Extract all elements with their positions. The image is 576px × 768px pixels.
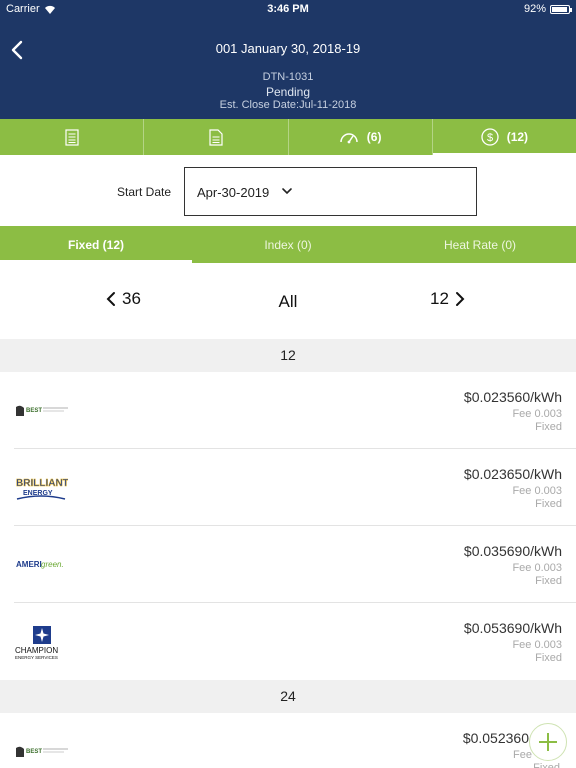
dollar-icon: $ — [481, 128, 499, 146]
offer-type: Fixed — [535, 498, 562, 510]
offer-fee: Fee 0.003 — [512, 562, 562, 574]
offer-row[interactable]: AMERI green. $0.035690/kWh Fee 0.003 Fix… — [0, 526, 576, 603]
tab-pricing-count: (12) — [506, 130, 529, 144]
offer-fee: Fee 0.003 — [512, 408, 562, 420]
tab-heat-rate[interactable]: Heat Rate (0) — [384, 226, 576, 263]
term-navigator: 36 All 12 — [0, 263, 576, 339]
tab-usage[interactable]: (6) — [287, 119, 432, 155]
tab-index[interactable]: Index (0) — [192, 226, 384, 263]
champion-energy-logo: CHAMPION ENERGY SERVICES — [15, 626, 58, 660]
start-date-row: Start Date Apr-30-2019 — [0, 155, 576, 226]
offer-type: Fixed — [535, 421, 562, 433]
status-right: 92% — [523, 3, 572, 15]
start-date-label: Start Date — [117, 185, 172, 199]
start-date-select[interactable]: Apr-30-2019 — [184, 167, 477, 216]
offer-row[interactable]: BRILLIANT ENERGY $0.023650/kWh Fee 0.003… — [0, 449, 576, 526]
section-tab-bar: (6) $ (12) — [0, 119, 576, 155]
status-bar: Carrier 3:46 PM 92% — [0, 0, 576, 18]
term-next-button[interactable]: 12 — [430, 289, 465, 309]
best-energy-logo: BEST — [16, 746, 68, 757]
plus-icon — [539, 733, 557, 751]
offer-price: $0.023560/kWh — [463, 389, 562, 405]
offer-price: $0.052360 — [462, 730, 529, 746]
amerigreen-logo: AMERI green. — [16, 560, 64, 569]
tab-pricing[interactable]: $ (12) — [431, 119, 576, 155]
deal-id: DTN-1031 — [262, 71, 314, 83]
status-time: 3:46 PM — [267, 3, 309, 15]
term-current-label: All — [278, 292, 298, 311]
offer-row[interactable]: CHAMPION ENERGY SERVICES $0.053690/kWh F… — [0, 603, 576, 680]
logo-brilliant-text: BRILLIANT — [16, 478, 68, 489]
logo-best-text: BEST — [26, 749, 42, 755]
offer-type: Fixed — [535, 575, 562, 587]
offer-price: $0.053690/kWh — [463, 620, 562, 636]
offer-row[interactable]: BEST $0.052360 Fee Fixed — [0, 713, 576, 768]
document-icon — [209, 128, 223, 146]
term-section-header: 12 — [0, 339, 576, 372]
deal-status: Pending — [265, 85, 311, 99]
logo-green-text: green. — [41, 560, 64, 569]
logo-ameri-text: AMERI — [16, 560, 42, 569]
battery-percent: 92% — [523, 3, 546, 15]
add-button[interactable] — [529, 723, 567, 761]
tab-document[interactable] — [143, 119, 287, 155]
rate-type-tabs: Fixed (12) Index (0) Heat Rate (0) — [0, 226, 576, 263]
best-energy-logo: BEST — [16, 405, 68, 416]
logo-energy-services-text: ENERGY SERVICES — [15, 655, 58, 660]
chevron-down-icon — [282, 188, 292, 195]
offer-row[interactable]: BEST $0.023560/kWh Fee 0.003 Fixed — [0, 372, 576, 449]
page-title: 001 January 30, 2018-19 — [215, 41, 361, 56]
tab-usage-count: (6) — [366, 130, 382, 144]
offer-fee: Fee 0.003 — [512, 639, 562, 651]
tab-fixed[interactable]: Fixed (12) — [0, 226, 192, 263]
term-next-label: 12 — [430, 289, 449, 308]
svg-text:$: $ — [487, 132, 493, 144]
nav-header: Carrier 3:46 PM 92% 001 January 30, 2018… — [0, 0, 576, 119]
tab-list[interactable] — [0, 119, 143, 155]
list-icon — [65, 128, 79, 146]
start-date-value: Apr-30-2019 — [197, 185, 270, 200]
offer-price: $0.023650/kWh — [463, 466, 562, 482]
chevron-right-icon — [455, 292, 465, 306]
offer-fee: Fee 0.003 — [512, 485, 562, 497]
offer-price: $0.035690/kWh — [463, 543, 562, 559]
brilliant-energy-logo: BRILLIANT ENERGY — [16, 478, 68, 500]
term-section-header: 24 — [0, 680, 576, 713]
logo-best-text: BEST — [26, 408, 42, 414]
gauge-icon — [340, 133, 358, 144]
offer-type: Fixed — [533, 762, 560, 768]
logo-champion-text: CHAMPION — [15, 646, 58, 655]
battery-icon — [550, 4, 572, 14]
offer-type: Fixed — [535, 652, 562, 664]
est-close-date: Est. Close Date:Jul-11-2018 — [219, 99, 357, 111]
